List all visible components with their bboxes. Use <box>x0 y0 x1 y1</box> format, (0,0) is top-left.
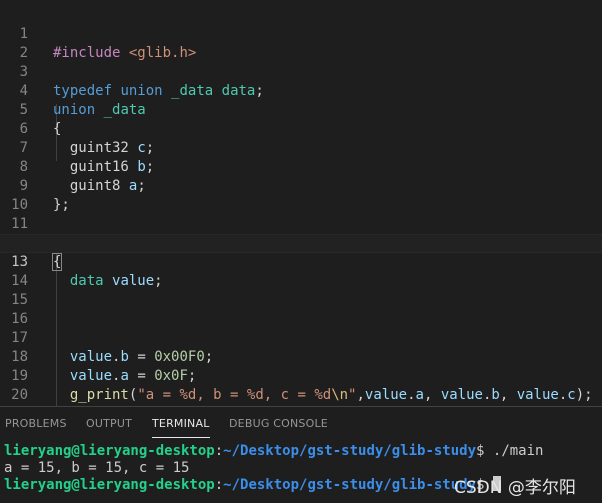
code-editor[interactable]: 1 #include <glib.h> 2 3 typedef union _d… <box>0 0 602 406</box>
terminal-output: a = 15, b = 15, c = 15 <box>4 460 190 476</box>
code-line: 11 int main(int argc, char *argv[]) <box>0 196 602 251</box>
watermark: CSDN @李尔阳 <box>454 478 576 498</box>
tab-problems[interactable]: PROBLEMS <box>5 417 67 439</box>
code-line: 21 return 0; <box>0 386 602 405</box>
current-line: 13 data value; <box>0 234 602 289</box>
code-line: 19 g_print("a = %d, b = %d, c = %d\n",va… <box>0 348 602 403</box>
terminal-colon: : <box>214 477 224 493</box>
code-line: 10 <box>0 177 602 213</box>
code-line: 18 value.a = 0x0F; <box>0 329 602 384</box>
code-line: 20 <box>0 367 602 403</box>
terminal-path: ~/Desktop/gst-study/glib-study <box>223 477 477 493</box>
code-line: 15 <box>0 272 602 308</box>
code-line: 17 value.b = 0x00F0; <box>0 310 602 365</box>
code-line: 4 union _data <box>0 63 602 118</box>
tab-terminal[interactable]: TERMINAL <box>152 417 210 438</box>
code-line: 1 #include <glib.h> <box>0 6 602 61</box>
terminal-command: ./main <box>492 443 544 459</box>
code-line: 14 <box>0 253 602 289</box>
terminal-line[interactable]: lieryang@lieryang-desktop:~/Desktop/gst-… <box>4 476 501 493</box>
code-line: 6 guint32 c; <box>0 101 602 156</box>
tab-output[interactable]: OUTPUT <box>86 417 132 439</box>
terminal-colon: : <box>214 443 224 459</box>
code-line: 5 { <box>0 82 602 137</box>
terminal-prompt: $ <box>476 443 493 459</box>
code-line: 3 typedef union _data data; <box>0 44 602 99</box>
code-line: 2 <box>0 25 602 61</box>
code-line: 7 guint16 b; <box>0 120 602 175</box>
terminal-user-host: lieryang@lieryang-desktop <box>4 477 215 493</box>
terminal-path: ~/Desktop/gst-study/glib-study <box>223 443 477 459</box>
code-line: 12 { <box>0 215 602 271</box>
terminal-user-host: lieryang@lieryang-desktop <box>4 443 215 459</box>
code-line: 9 }; <box>0 158 602 213</box>
code-line: 8 guint8 a; <box>0 139 602 194</box>
terminal-line[interactable]: lieryang@lieryang-desktop:~/Desktop/gst-… <box>4 443 543 460</box>
tab-debug-console[interactable]: DEBUG CONSOLE <box>229 417 328 439</box>
code-line: 16 <box>0 291 602 327</box>
